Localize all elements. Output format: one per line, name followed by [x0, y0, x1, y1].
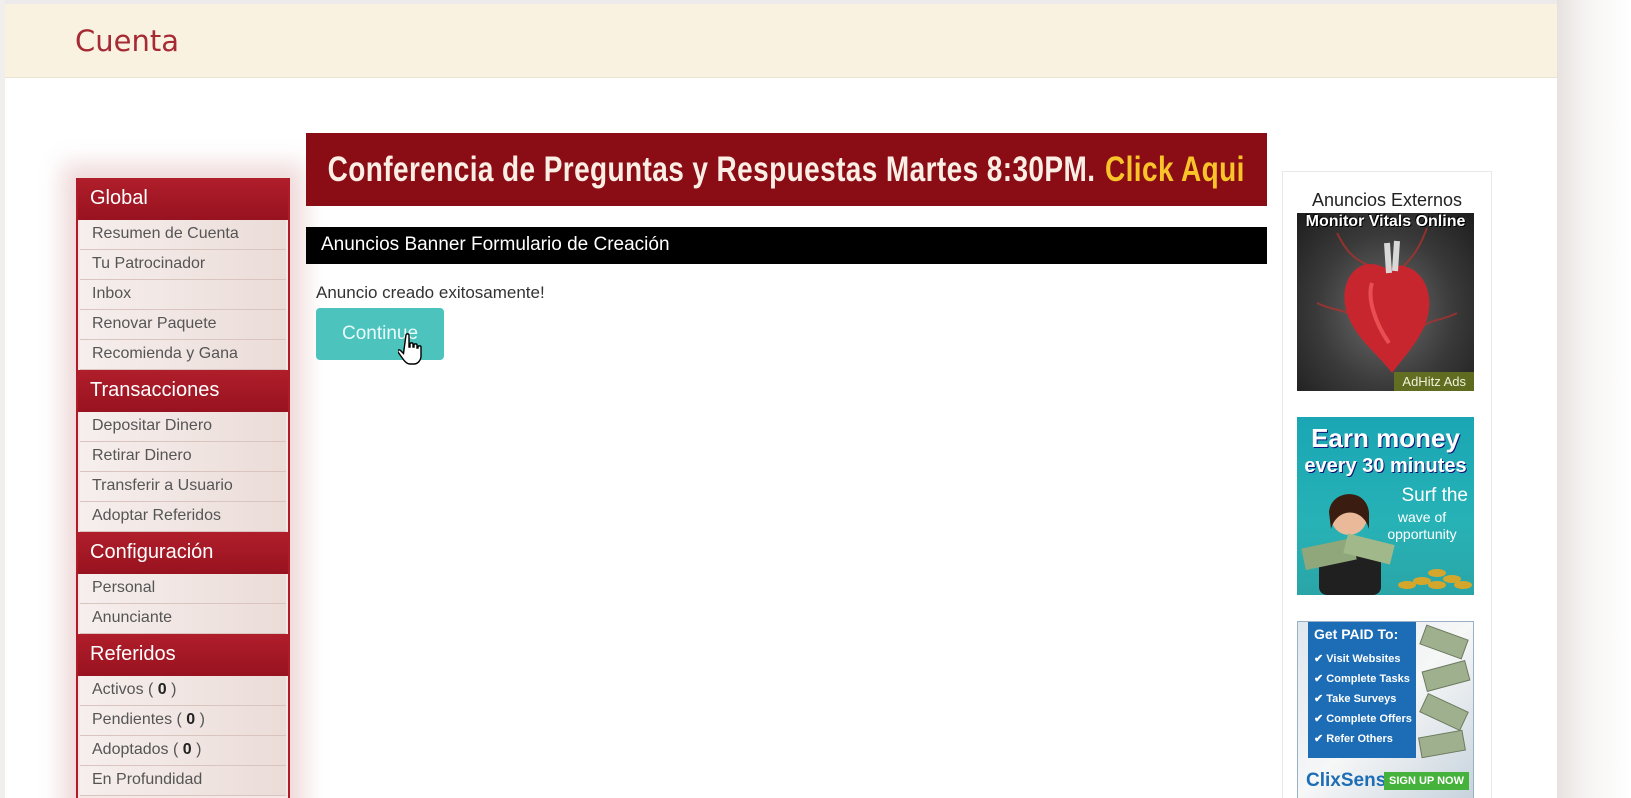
sidebar-item-activos[interactable]: Activos ( 0 ) — [80, 676, 286, 706]
ad-signup-button[interactable]: SIGN UP NOW — [1384, 772, 1469, 790]
sidebar-item-resumen-de-cuenta[interactable]: Resumen de Cuenta — [80, 220, 286, 250]
window-edge — [1557, 0, 1631, 798]
sidebar-item-label: Pendientes ( — [92, 711, 187, 728]
success-message: Anuncio creado exitosamente! — [316, 283, 545, 302]
page-title: Cuenta — [75, 24, 179, 58]
sidebar-item-inbox[interactable]: Inbox — [80, 280, 286, 310]
promo-cta-link[interactable]: Click Aqui — [1105, 150, 1245, 189]
sidebar-item-suffix: ) — [191, 741, 202, 758]
count-badge: 0 — [182, 741, 192, 758]
sidebar-item-depositar-dinero[interactable]: Depositar Dinero — [80, 412, 286, 442]
sidebar-section-referidos: Referidos — [78, 634, 288, 676]
ad-monitor-vitals[interactable]: Monitor Vitals Online AdHitz Ads — [1297, 213, 1474, 391]
sidebar-section-transacciones: Transacciones — [78, 370, 288, 412]
sidebar-item-en-profundidad[interactable]: En Profundidad — [80, 766, 286, 796]
sidebar-item-recomienda-y-gana[interactable]: Recomienda y Gana — [80, 340, 286, 370]
sidebar-item-adoptar-referidos[interactable]: Adoptar Referidos — [80, 502, 286, 532]
sidebar-item-personal[interactable]: Personal — [80, 574, 286, 604]
promo-text: Conferencia de Preguntas y Respuestas Ma… — [327, 149, 1096, 189]
sidebar-section-global: Global — [78, 178, 288, 220]
hand-pointer-icon — [398, 333, 422, 365]
page-frame: Cuenta Global Resumen de Cuenta Tu Patro… — [5, 0, 1557, 798]
continue-button[interactable]: Continue — [316, 308, 444, 360]
sidebar-item-label: Adoptados ( — [92, 741, 183, 758]
ad-earn-money[interactable]: Earn money every 30 minutes Surf the wav… — [1297, 417, 1474, 595]
ad-clixsense[interactable]: Get PAID To: ✔ Visit Websites ✔ Complete… — [1297, 621, 1474, 798]
form-title-bar: Anuncios Banner Formulario de Creación — [306, 227, 1267, 264]
sidebar: Global Resumen de Cuenta Tu Patrocinador… — [76, 178, 290, 798]
sidebar-item-label: Activos ( — [92, 681, 158, 698]
count-badge: 0 — [186, 711, 196, 728]
sidebar-item-anunciante[interactable]: Anunciante — [80, 604, 286, 634]
sidebar-item-tu-patrocinador[interactable]: Tu Patrocinador — [80, 250, 286, 280]
promo-text-wrapper: Conferencia de Preguntas y Respuestas Ma… — [328, 150, 1245, 190]
sidebar-item-suffix: ) — [166, 681, 177, 698]
ads-title: Anuncios Externos — [1311, 190, 1463, 210]
sidebar-item-suffix: ) — [195, 711, 205, 728]
sidebar-section-configuracion: Configuración — [78, 532, 288, 574]
ad-headline: Monitor Vitals Online — [1305, 213, 1466, 230]
woman-with-money-image — [1301, 494, 1472, 595]
top-header: Cuenta — [5, 0, 1557, 78]
sidebar-item-pendientes[interactable]: Pendientes ( 0 ) — [80, 706, 286, 736]
external-ads-panel: Anuncios Externos Monitor Vitals Online … — [1282, 171, 1492, 798]
ad-footer: AdHitz Ads — [1394, 372, 1474, 391]
sidebar-item-transferir-a-usuario[interactable]: Transferir a Usuario — [80, 472, 286, 502]
promo-banner[interactable]: Conferencia de Preguntas y Respuestas Ma… — [306, 133, 1267, 206]
heart-image — [1316, 227, 1458, 373]
sidebar-item-renovar-paquete[interactable]: Renovar Paquete — [80, 310, 286, 340]
count-badge: 0 — [157, 681, 167, 698]
sidebar-item-retirar-dinero[interactable]: Retirar Dinero — [80, 442, 286, 472]
sidebar-item-adoptados[interactable]: Adoptados ( 0 ) — [80, 736, 286, 766]
